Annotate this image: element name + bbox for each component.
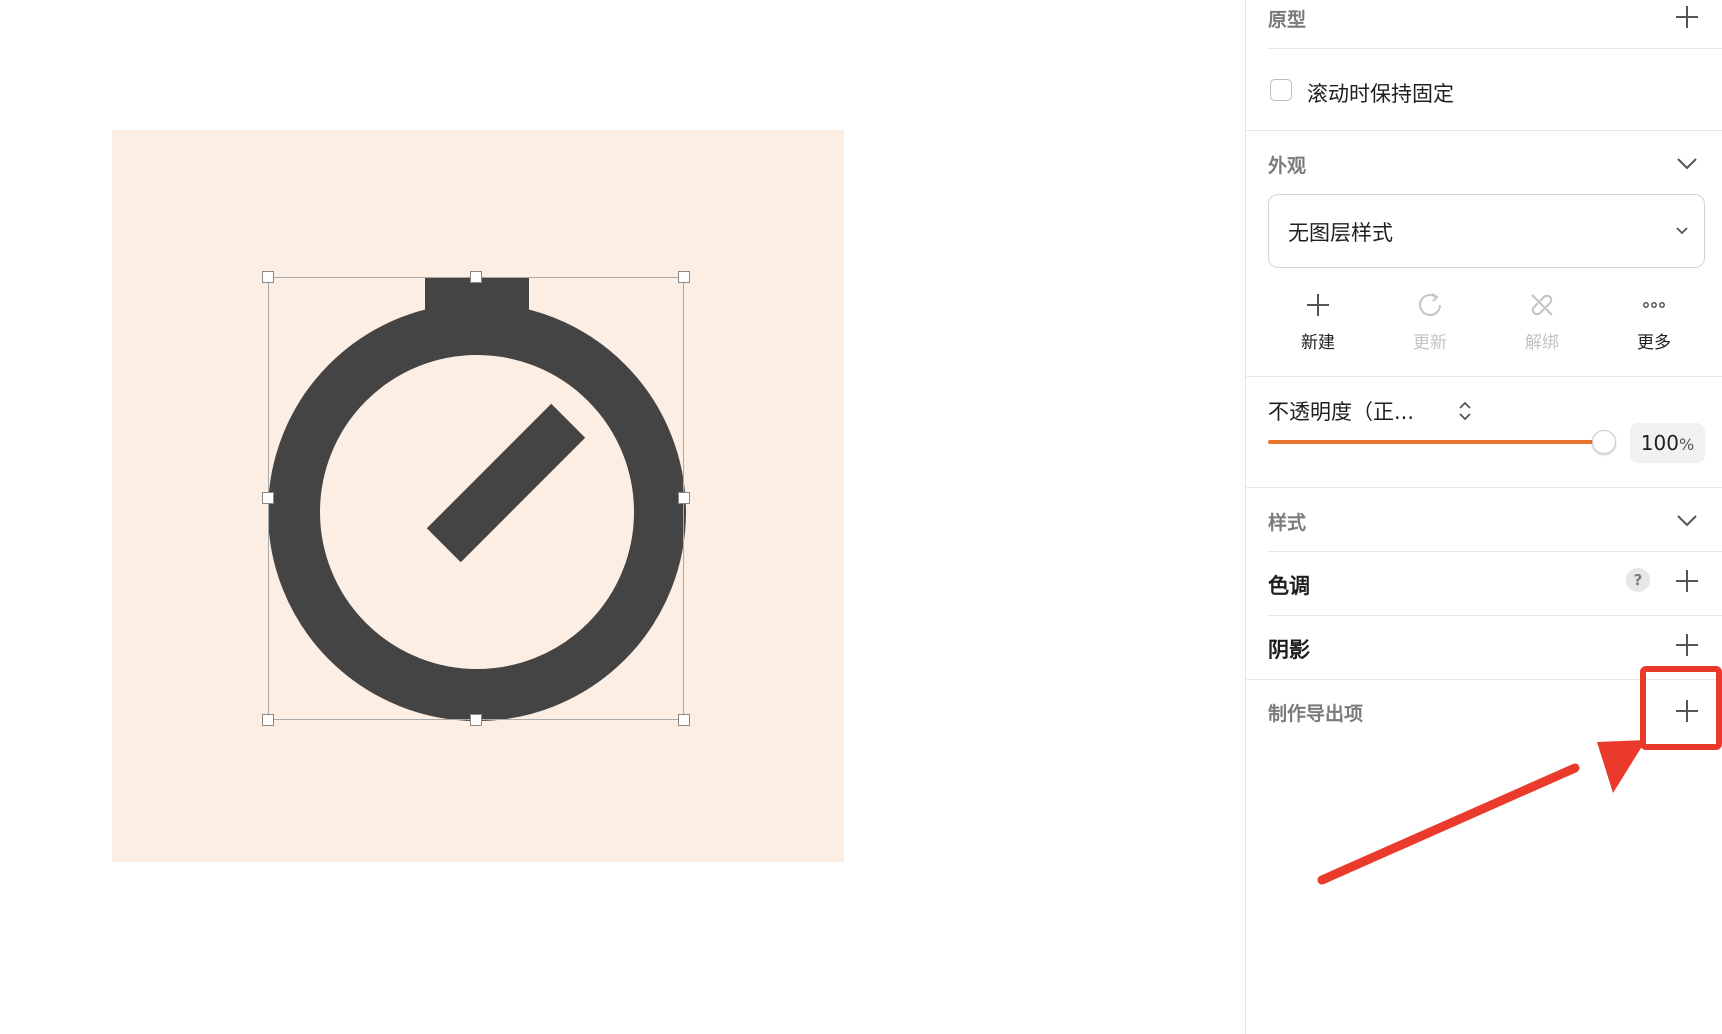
appearance-collapse-chevron-down-icon[interactable] <box>1674 150 1700 176</box>
help-icon[interactable]: ? <box>1626 568 1650 592</box>
divider <box>1246 130 1722 131</box>
chevron-down-icon <box>1676 227 1688 235</box>
detach-style-button[interactable]: 解绑 <box>1492 286 1592 356</box>
more-icon <box>1643 302 1665 308</box>
divider <box>1268 48 1722 49</box>
fixed-on-scroll-checkbox[interactable] <box>1270 79 1292 101</box>
opacity-value-field[interactable]: 100% <box>1630 423 1705 463</box>
add-tint-plus-icon[interactable] <box>1674 568 1700 594</box>
opacity-slider-thumb[interactable] <box>1592 430 1616 454</box>
resize-handle-bottom-right[interactable] <box>678 714 690 726</box>
resize-handle-right[interactable] <box>678 492 690 504</box>
add-prototype-plus-icon[interactable] <box>1674 4 1700 30</box>
divider <box>1246 487 1722 488</box>
tint-title: 色调 <box>1268 574 1310 598</box>
style-section-title: 样式 <box>1268 512 1307 534</box>
shadow-title: 阴影 <box>1268 638 1310 662</box>
style-collapse-chevron-down-icon[interactable] <box>1674 507 1700 533</box>
more-style-options-label: 更多 <box>1637 333 1671 353</box>
export-section-title: 制作导出项 <box>1268 703 1364 725</box>
selection-bounding-box[interactable] <box>268 277 684 720</box>
canvas[interactable] <box>0 0 1245 1034</box>
resize-handle-bottom[interactable] <box>470 714 482 726</box>
opacity-slider-fill <box>1268 440 1604 444</box>
chevron-up-down-icon[interactable] <box>1456 398 1474 424</box>
add-shadow-plus-icon[interactable] <box>1674 632 1700 658</box>
divider <box>1268 551 1722 552</box>
opacity-unit: % <box>1678 435 1695 454</box>
divider <box>1246 376 1722 377</box>
fixed-on-scroll-label: 滚动时保持固定 <box>1307 82 1454 106</box>
resize-handle-bottom-left[interactable] <box>262 714 274 726</box>
new-style-label: 新建 <box>1301 333 1335 353</box>
prototype-section-title: 原型 <box>1268 9 1307 31</box>
appearance-section-title: 外观 <box>1268 155 1307 177</box>
divider <box>1268 615 1722 616</box>
plus-icon <box>1307 294 1329 316</box>
update-style-label: 更新 <box>1413 333 1447 353</box>
new-style-button[interactable]: 新建 <box>1268 286 1368 356</box>
resize-handle-top-left[interactable] <box>262 271 274 283</box>
opacity-mode-label[interactable]: 不透明度（正... <box>1268 396 1414 426</box>
refresh-icon <box>1419 293 1441 316</box>
inspector-panel: 原型 滚动时保持固定 外观 无图层样式 新建 更新 解绑 更多 不透明度（正..… <box>1245 0 1722 1034</box>
resize-handle-left[interactable] <box>262 492 274 504</box>
detach-style-label: 解绑 <box>1525 333 1559 353</box>
more-style-options-button[interactable]: 更多 <box>1604 286 1704 356</box>
layer-style-value: 无图层样式 <box>1288 221 1393 245</box>
opacity-slider[interactable] <box>1268 430 1616 454</box>
unlink-icon <box>1531 294 1553 316</box>
resize-handle-top[interactable] <box>470 271 482 283</box>
layer-style-select[interactable]: 无图层样式 <box>1268 194 1705 268</box>
resize-handle-top-right[interactable] <box>678 271 690 283</box>
opacity-value: 100 <box>1640 431 1679 455</box>
update-style-button[interactable]: 更新 <box>1380 286 1480 356</box>
annotation-highlight-box <box>1640 666 1722 750</box>
